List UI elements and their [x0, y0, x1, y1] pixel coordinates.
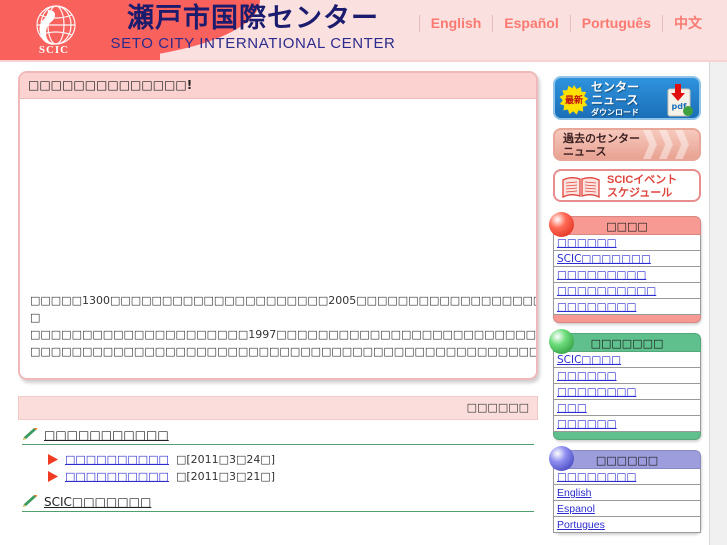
pdf-download-icon: pdf — [667, 84, 693, 117]
badge-label: 最新 — [565, 94, 583, 106]
banner-line-2: スケジュール — [607, 187, 673, 199]
news-category: □□□□□□□□□□□ — [22, 428, 534, 445]
banner-text-block: SCICイベント スケジュール — [607, 174, 677, 200]
news-item-link[interactable]: □□□□□□□□□□ — [65, 453, 169, 466]
intro-paragraph: □ — [30, 311, 41, 324]
menu-footer — [553, 432, 701, 440]
page-root: SCIC 瀬戸市国際センター SETO CITY INTERNATIONAL C… — [0, 0, 727, 545]
language-nav: English Español Português 中文 — [418, 10, 713, 36]
open-book-icon — [562, 177, 600, 199]
menu-title: □□□□□□ — [595, 454, 659, 467]
chevron-icon — [643, 130, 657, 159]
intro-text: □□□□□1300□□□□□□□□□□□□□□□□□□□□□2005□□□□□□… — [30, 292, 537, 360]
chevron-icon — [659, 130, 673, 159]
menu-link[interactable]: Espanol — [553, 501, 701, 517]
news-list-item[interactable]: □□□□□□□□□□ □[2011□3□24□] — [22, 451, 534, 468]
welcome-panel-title: □□□□□□□□□□□□□□! — [20, 73, 536, 99]
lang-link-portugues[interactable]: Português — [571, 15, 662, 31]
news-category: SCIC□□□□□□□ — [22, 495, 534, 512]
banner-event-schedule[interactable]: SCICイベント スケジュール — [553, 169, 701, 202]
banner-text-block: 過去のセンター ニュース — [563, 133, 640, 159]
news-category-title[interactable]: □□□□□□□□□□□ — [44, 428, 169, 442]
page-body: □□□□□□□□□□□□□□! □□□□□1300□□□□□□□□□□□□□□□… — [0, 62, 727, 545]
sidebar: 最新 センター ニュース ダウンロード pdf 過去のセンター ニュース SCI… — [549, 76, 701, 543]
menu-link[interactable]: □□□□□□□□□□ — [553, 283, 701, 299]
news-item-date: □[2011□3□24□] — [175, 453, 276, 466]
site-header: SCIC 瀬戸市国際センター SETO CITY INTERNATIONAL C… — [0, 0, 727, 62]
site-title-en: SETO CITY INTERNATIONAL CENTER — [110, 35, 396, 52]
banner-line-2: ニュース — [591, 93, 639, 107]
news-section: □□□□□□ □□□□□□□□□□□ □□□□□□□□□□ □[2011□3□2… — [18, 396, 538, 522]
news-section-header: □□□□□□ — [18, 396, 538, 420]
intro-paragraph: □□□□□□□□□□□□□□□□□□□□□1997□□□□□□□□□□□□□□□… — [30, 328, 537, 341]
intro-paragraph: □□□□□□□□□□□□□□□□□□□□□□□□□□□□□□□□□□□□□□□□… — [30, 345, 536, 358]
news-list-item[interactable]: □□□□□□□□□□ □[2011□3□21□] — [22, 468, 534, 485]
welcome-panel-body: □□□□□1300□□□□□□□□□□□□□□□□□□□□□2005□□□□□□… — [20, 99, 536, 378]
menu-link[interactable]: □□□□□□□□□ — [553, 267, 701, 283]
menu-box-red: □□□□ □□□□□□ SCIC□□□□□□□ □□□□□□□□□ □□□□□□… — [549, 212, 701, 323]
site-title: 瀬戸市国際センター SETO CITY INTERNATIONAL CENTER — [88, 2, 418, 54]
pencil-icon — [23, 428, 38, 440]
menu-link[interactable]: □□□□□□□□ — [553, 469, 701, 485]
blue-ball-icon — [549, 446, 574, 471]
menu-link[interactable]: Portugues — [553, 517, 701, 533]
menu-link[interactable]: SCIC□□□□□□□ — [553, 251, 701, 267]
triangle-bullet-icon — [48, 471, 58, 482]
menu-link[interactable]: SCIC□□□□ — [553, 352, 701, 368]
site-title-ja: 瀬戸市国際センター — [127, 3, 379, 33]
banner-text-block: センター ニュース ダウンロード — [591, 81, 639, 118]
menu-header: □□□□ — [549, 212, 701, 237]
news-list: □□□□□□□□□□□ □□□□□□□□□□ □[2011□3□24□] □□□… — [18, 420, 538, 522]
menu-link[interactable]: □□□□□□ — [553, 416, 701, 432]
chevron-icon — [675, 130, 689, 159]
menu-link[interactable]: □□□□□□□□ — [553, 299, 701, 315]
logo-wordmark: SCIC — [38, 44, 70, 56]
lang-link-chinese[interactable]: 中文 — [663, 13, 713, 33]
green-ball-icon — [549, 329, 574, 354]
banner-past-center-news[interactable]: 過去のセンター ニュース — [553, 128, 701, 161]
red-ball-icon — [549, 212, 574, 237]
globe-icon — [36, 5, 76, 45]
pencil-icon — [23, 495, 38, 507]
welcome-panel: □□□□□□□□□□□□□□! □□□□□1300□□□□□□□□□□□□□□□… — [18, 71, 538, 380]
menu-link[interactable]: English — [553, 485, 701, 501]
menu-link[interactable]: □□□ — [553, 400, 701, 416]
new-star-icon: 最新 — [559, 85, 589, 115]
menu-link[interactable]: □□□□□□□□ — [553, 384, 701, 400]
banner-center-news-download[interactable]: 最新 センター ニュース ダウンロード pdf — [553, 76, 701, 120]
banner-line-1: 過去のセンター — [563, 133, 640, 145]
page-right-edge — [709, 62, 727, 545]
news-item-date: □[2011□3□21□] — [175, 470, 276, 483]
menu-link[interactable]: □□□□□□ — [553, 235, 701, 251]
banner-line-3: ダウンロード — [591, 108, 639, 117]
scic-logo[interactable]: SCIC — [16, 2, 92, 60]
main-column: □□□□□□□□□□□□□□! □□□□□1300□□□□□□□□□□□□□□□… — [18, 71, 538, 522]
intro-paragraph: □□□□□1300□□□□□□□□□□□□□□□□□□□□□2005□□□□□□… — [30, 294, 536, 307]
menu-title: □□□□ — [606, 220, 648, 233]
menu-header: □□□□□□□ — [549, 329, 701, 354]
lang-link-espanol[interactable]: Español — [493, 15, 569, 31]
menu-box-green: □□□□□□□ SCIC□□□□ □□□□□□ □□□□□□□□ □□□ □□□… — [549, 329, 701, 440]
menu-header: □□□□□□ — [549, 446, 701, 471]
lang-link-english[interactable]: English — [420, 15, 493, 31]
menu-box-purple: □□□□□□ □□□□□□□□ English Espanol Portugue… — [549, 446, 701, 533]
menu-title: □□□□□□□ — [590, 337, 664, 350]
menu-link[interactable]: □□□□□□ — [553, 368, 701, 384]
triangle-bullet-icon — [48, 454, 58, 465]
news-item-link[interactable]: □□□□□□□□□□ — [65, 470, 169, 483]
menu-footer — [553, 315, 701, 323]
news-category-title[interactable]: SCIC□□□□□□□ — [44, 495, 151, 509]
banner-line-2: ニュース — [563, 146, 607, 158]
banner-line-1: SCICイベント — [607, 174, 678, 186]
